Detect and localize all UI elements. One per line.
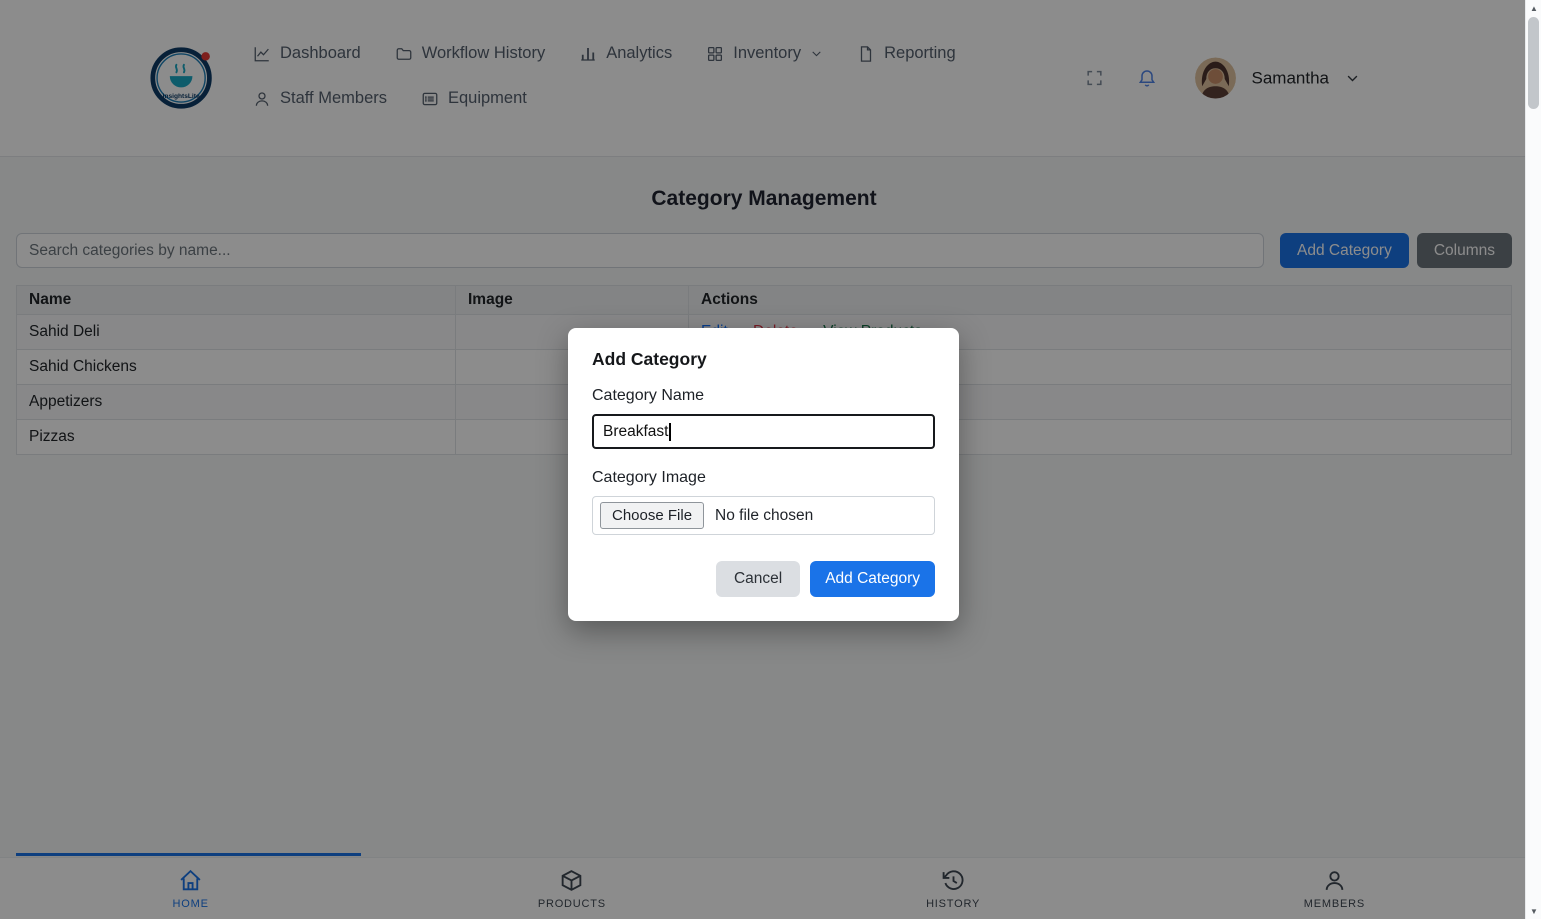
add-category-modal: Add Category Category Name Breakfast Cat… <box>568 328 959 621</box>
category-image-label: Category Image <box>592 469 706 486</box>
text-caret <box>669 422 671 441</box>
scrollbar-down-arrow[interactable]: ▼ <box>1526 903 1541 919</box>
category-name-input[interactable]: Breakfast <box>592 414 935 449</box>
category-name-label: Category Name <box>592 387 705 404</box>
choose-file-button[interactable]: Choose File <box>600 502 705 529</box>
modal-actions: Cancel Add Category <box>592 561 935 597</box>
category-name-value: Breakfast <box>603 422 669 440</box>
cancel-button[interactable]: Cancel <box>715 561 801 597</box>
scrollbar-up-arrow[interactable]: ▲ <box>1526 0 1541 16</box>
modal-add-category-button[interactable]: Add Category <box>810 561 935 597</box>
file-status-text: No file chosen <box>715 506 814 524</box>
scrollbar[interactable]: ▲ ▼ <box>1525 0 1541 919</box>
category-image-file-input[interactable]: Choose File No file chosen <box>592 496 935 535</box>
modal-title: Add Category <box>592 349 707 369</box>
scrollbar-thumb[interactable] <box>1528 17 1539 109</box>
